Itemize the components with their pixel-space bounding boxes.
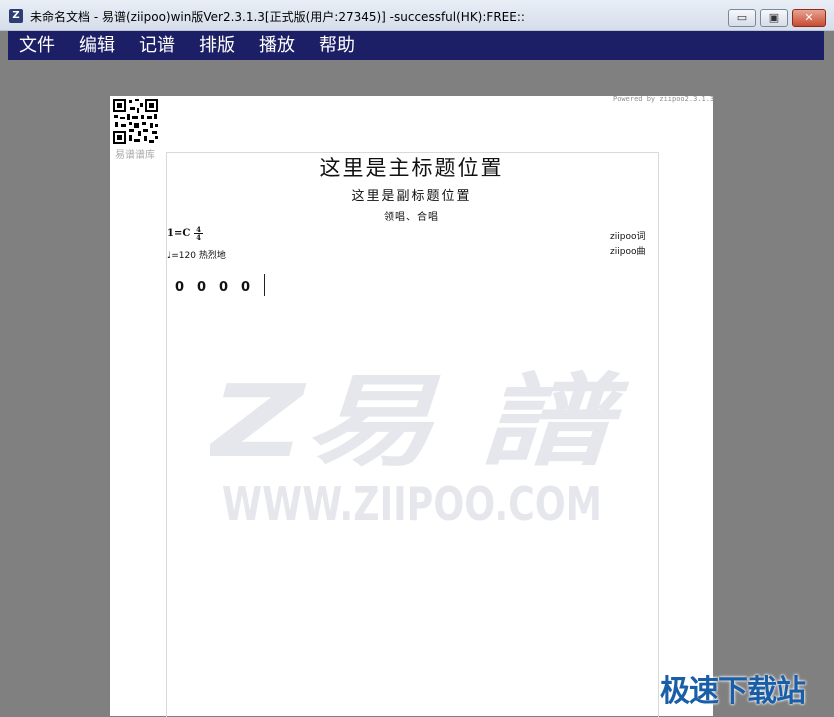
qr-code-icon <box>112 98 159 145</box>
close-button[interactable]: ✕ <box>792 9 826 27</box>
measure[interactable]: 0000 <box>175 280 263 295</box>
score-page[interactable]: Powered by ziipoo2.3.1.3 易谱谱库 这里是主标题位置 这… <box>110 95 715 717</box>
barline <box>264 274 265 296</box>
note[interactable]: 0 <box>241 280 263 295</box>
title-bar[interactable]: Z 未命名文档 - 易谱(ziipoo)win版Ver2.3.1.3[正式版(用… <box>0 0 834 31</box>
key-signature[interactable]: 1=C <box>167 228 190 239</box>
tempo-text: =120 热烈地 <box>171 251 226 261</box>
composer[interactable]: ziipoo曲 <box>610 244 645 257</box>
watermark-line1: Z易 譜 <box>210 368 630 480</box>
sub-title[interactable]: 这里是副标题位置 <box>110 185 713 204</box>
close-icon: ✕ <box>804 11 814 24</box>
ziipoo-app-icon[interactable]: Z <box>9 9 23 23</box>
corner-watermark: 极速下载站 <box>660 674 806 709</box>
watermark-line2: WWW.ZIIPOO.COM <box>222 477 602 528</box>
menu-help[interactable]: 帮助 <box>319 35 355 57</box>
ziipoo-watermark-logo: Z易 譜 WWW.ZIIPOO.COM <box>210 368 630 528</box>
note[interactable]: 0 <box>197 280 219 295</box>
time-signature[interactable]: 4 4 <box>194 226 203 241</box>
app-window: Z 未命名文档 - 易谱(ziipoo)win版Ver2.3.1.3[正式版(用… <box>0 0 834 717</box>
menu-file[interactable]: 文件 <box>19 35 55 57</box>
minimize-button[interactable]: ▭ <box>728 9 756 27</box>
menu-notation[interactable]: 记谱 <box>139 35 175 57</box>
maximize-icon: ▣ <box>768 11 780 24</box>
maximize-button[interactable]: ▣ <box>760 9 788 27</box>
note[interactable]: 0 <box>219 280 241 295</box>
menu-playback[interactable]: 播放 <box>259 35 295 57</box>
menu-layout[interactable]: 排版 <box>199 35 235 57</box>
tempo-marking[interactable]: ♩=120 热烈地 <box>167 248 226 261</box>
time-sig-bottom: 4 <box>196 233 201 242</box>
powered-by-label: Powered by ziipoo2.3.1.3 <box>613 95 715 103</box>
menu-bar: 文件 编辑 记谱 排版 播放 帮助 <box>8 31 824 60</box>
note[interactable]: 0 <box>175 280 197 295</box>
main-title[interactable]: 这里是主标题位置 <box>110 152 713 182</box>
lyricist[interactable]: ziipoo词 <box>610 229 645 242</box>
menu-edit[interactable]: 编辑 <box>79 35 115 57</box>
singer-line[interactable]: 领唱、合唱 <box>110 208 713 223</box>
minimize-icon: ▭ <box>736 11 748 24</box>
window-title: 未命名文档 - 易谱(ziipoo)win版Ver2.3.1.3[正式版(用户:… <box>30 10 525 24</box>
